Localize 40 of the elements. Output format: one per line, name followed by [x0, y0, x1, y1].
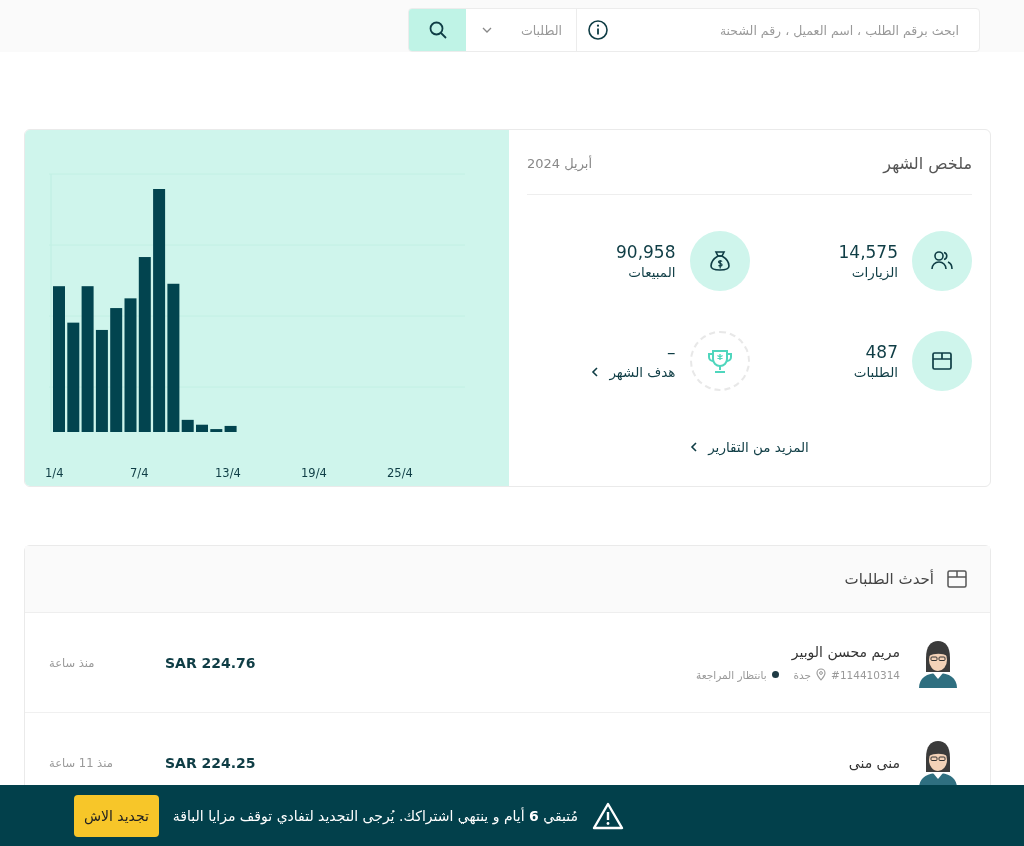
search-icon: [427, 20, 448, 40]
axis-label: 13/4: [215, 466, 241, 480]
customer-name: منى منى: [847, 754, 900, 771]
people-icon: [912, 231, 972, 291]
customer-name: مريم محسن الوبير: [790, 644, 900, 660]
order-time: منذ ساعة: [49, 655, 96, 670]
box-icon: [946, 568, 968, 590]
info-icon[interactable]: [587, 19, 609, 41]
order-number: #114410314: [831, 668, 900, 681]
stat-label: الزيارات: [850, 264, 898, 280]
city-label: جدة: [793, 668, 812, 681]
stat-label: المبيعات: [627, 264, 676, 280]
chevron-left-icon: [690, 442, 699, 452]
renew-button[interactable]: تجديد الاش: [73, 794, 159, 837]
summary-title: ملخص الشهر: [883, 153, 972, 173]
search-button[interactable]: [409, 9, 466, 51]
bar: [196, 424, 208, 432]
stat-label: الطلبات: [853, 364, 898, 380]
search-field[interactable]: ابحث برقم الطلب ، اسم العميل ، رقم الشحنة: [609, 21, 961, 39]
chevron-down-icon: [482, 27, 492, 33]
order-amount: SAR 224.76: [165, 654, 257, 671]
stat-value: 90,958: [616, 242, 676, 262]
order-amount: SAR 224.25: [165, 754, 257, 771]
warning-icon: [592, 801, 624, 830]
period-label: أبريل 2024: [527, 155, 593, 171]
stat-value: 14,575: [838, 242, 898, 262]
axis-label: 19/4: [301, 466, 327, 480]
axis-label: 7/4: [130, 466, 149, 480]
box-icon: [912, 331, 972, 391]
orders-title: أحدث الطلبات: [844, 570, 934, 588]
location-pin-icon: [816, 668, 827, 681]
stat-value: –: [666, 342, 676, 362]
status-label: بانتظار المراجعة: [696, 668, 767, 681]
more-reports-link[interactable]: المزيد من التقارير: [690, 439, 809, 455]
stat-value: 487: [864, 342, 898, 362]
order-time: منذ 11 ساعة: [49, 755, 114, 770]
goal-link[interactable]: هدف الشهر: [591, 364, 676, 380]
axis-label: 25/4: [387, 466, 413, 480]
chevron-left-icon: [591, 367, 600, 377]
axis-label: 1/4: [45, 466, 64, 480]
